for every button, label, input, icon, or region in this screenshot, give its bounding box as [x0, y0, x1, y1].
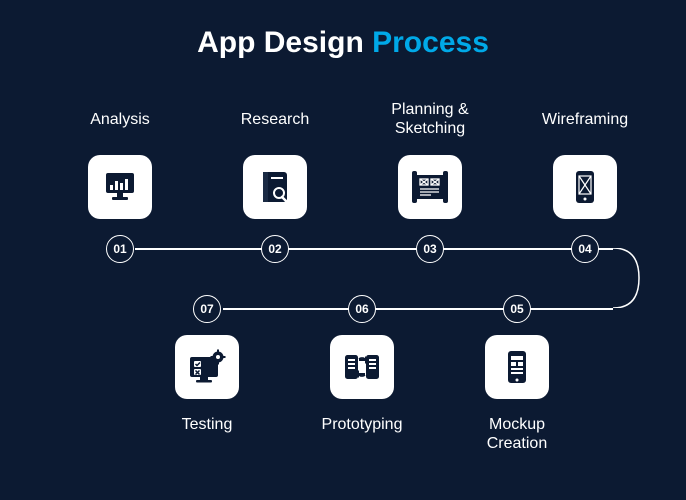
wireframe-icon: [565, 167, 605, 207]
title-plain: App Design: [197, 26, 372, 59]
title-accent: Process: [372, 26, 489, 59]
connector-line: [135, 248, 613, 250]
step-icon-testing: [175, 335, 239, 399]
step-icon-prototyping: [330, 335, 394, 399]
step-number-01: 01: [106, 235, 134, 263]
mockup-icon: [497, 347, 537, 387]
step-icon-wireframing: [553, 155, 617, 219]
connector-line: [223, 308, 613, 310]
research-icon: [255, 167, 295, 207]
testing-icon: [186, 347, 228, 387]
step-icon-mockup: [485, 335, 549, 399]
step-label-analysis: Analysis: [60, 110, 180, 129]
step-icon-planning: [398, 155, 462, 219]
analytics-icon: [100, 167, 140, 207]
step-number-05: 05: [503, 295, 531, 323]
step-label-mockup: Mockup Creation: [457, 415, 577, 453]
step-number-03: 03: [416, 235, 444, 263]
step-number-07: 07: [193, 295, 221, 323]
step-number-04: 04: [571, 235, 599, 263]
step-label-prototyping: Prototyping: [302, 415, 422, 434]
step-label-testing: Testing: [147, 415, 267, 434]
step-label-wireframing: Wireframing: [525, 110, 645, 129]
step-icon-research: [243, 155, 307, 219]
step-number-02: 02: [261, 235, 289, 263]
blueprint-icon: [409, 167, 451, 207]
step-icon-analysis: [88, 155, 152, 219]
prototype-icon: [341, 347, 383, 387]
step-label-research: Research: [215, 110, 335, 129]
page-title: App Design Process: [0, 0, 686, 60]
connector-curve-right: [613, 248, 643, 308]
step-number-06: 06: [348, 295, 376, 323]
step-label-planning: Planning & Sketching: [370, 100, 490, 138]
